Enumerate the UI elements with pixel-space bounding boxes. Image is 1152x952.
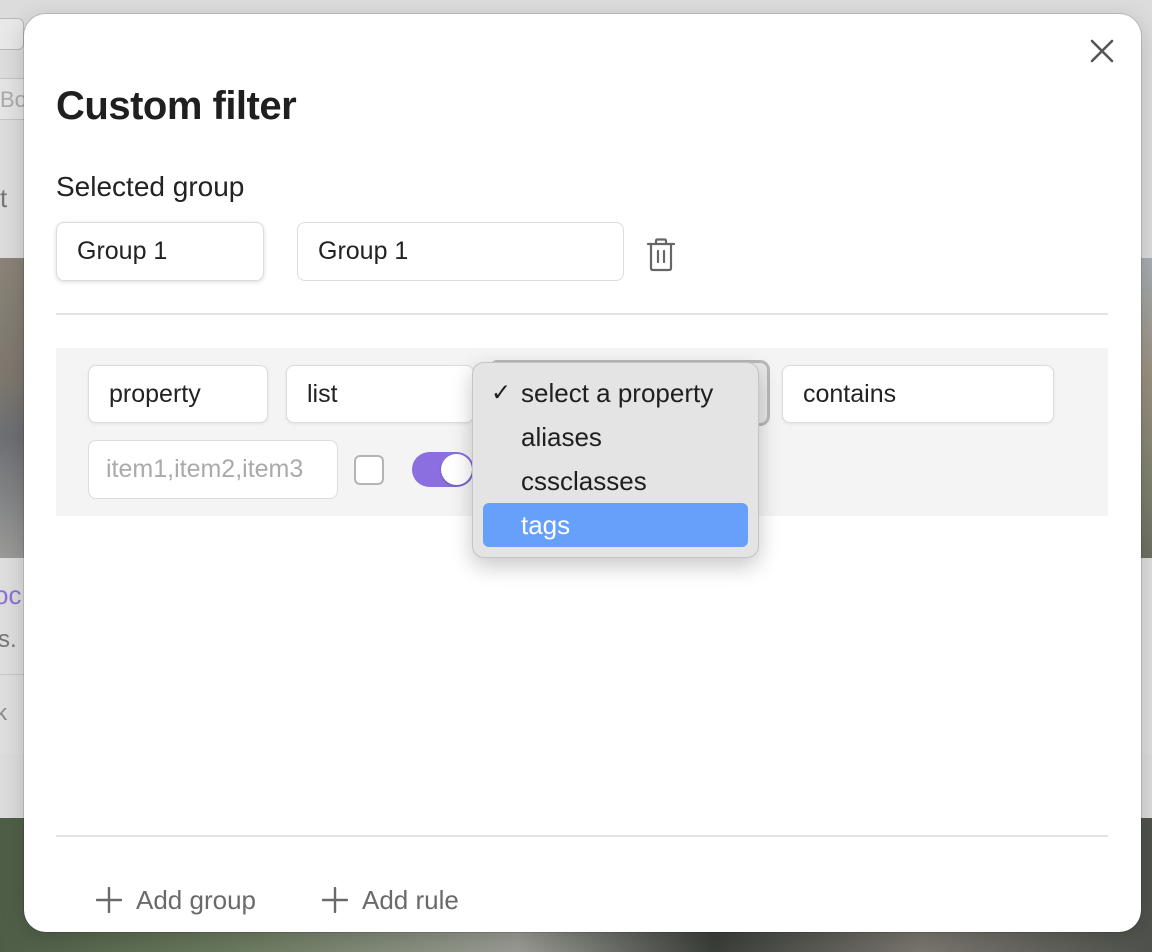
rule-toggle[interactable] (412, 452, 474, 487)
group-select[interactable]: Group 1 (56, 222, 264, 281)
add-rule-button[interactable]: Add rule (322, 878, 459, 922)
divider (56, 835, 1108, 837)
background-tab (0, 18, 24, 50)
selected-group-label: Selected group (56, 171, 245, 202)
dropdown-option-cssclasses[interactable]: cssclasses (483, 459, 748, 503)
rule-kind-select[interactable]: list (286, 365, 474, 423)
add-group-button[interactable]: Add group (96, 878, 256, 922)
option-label: select a property (521, 377, 714, 408)
operator-value: contains (803, 379, 897, 408)
dropdown-option-select-a-property[interactable]: ✓ select a property (483, 371, 748, 415)
rule-checkbox[interactable] (354, 455, 384, 485)
close-icon (1090, 39, 1114, 63)
divider (56, 313, 1108, 315)
modal-title: Custom filter (56, 84, 297, 128)
property-dropdown-menu: ✓ select a property aliases cssclasses t… (472, 362, 759, 558)
plus-icon (96, 887, 122, 913)
rule-kind-value: list (307, 379, 338, 408)
trash-icon (646, 238, 676, 272)
background-text: s. (0, 626, 17, 653)
plus-icon (322, 887, 348, 913)
group-name-input[interactable]: Group 1 (297, 222, 624, 281)
add-group-label: Add group (136, 884, 256, 915)
rule-type-value: property (109, 379, 201, 408)
background-text: t (0, 183, 8, 213)
background-link: oc (0, 580, 22, 610)
group-name-value: Group 1 (318, 237, 409, 265)
dropdown-option-tags[interactable]: tags (483, 503, 748, 547)
background-text: k (0, 700, 7, 725)
rule-type-select[interactable]: property (88, 365, 268, 423)
background-search: Bo (0, 78, 24, 120)
checkmark-icon: ✓ (491, 379, 512, 407)
option-label: aliases (521, 421, 602, 452)
add-rule-label: Add rule (362, 884, 459, 915)
rule-value-field[interactable] (88, 440, 338, 499)
background-card (1140, 558, 1152, 754)
toggle-knob (441, 454, 472, 485)
rule-value-input[interactable] (106, 455, 337, 484)
option-label: tags (521, 509, 571, 540)
close-button[interactable] (1087, 36, 1117, 66)
background-image (1140, 258, 1152, 558)
background-divider (0, 674, 24, 675)
option-label: cssclasses (521, 465, 647, 496)
group-select-value: Group 1 (77, 237, 168, 265)
operator-select[interactable]: contains (782, 365, 1054, 423)
delete-group-button[interactable] (646, 238, 676, 272)
dropdown-option-aliases[interactable]: aliases (483, 415, 748, 459)
background-image (0, 258, 24, 558)
